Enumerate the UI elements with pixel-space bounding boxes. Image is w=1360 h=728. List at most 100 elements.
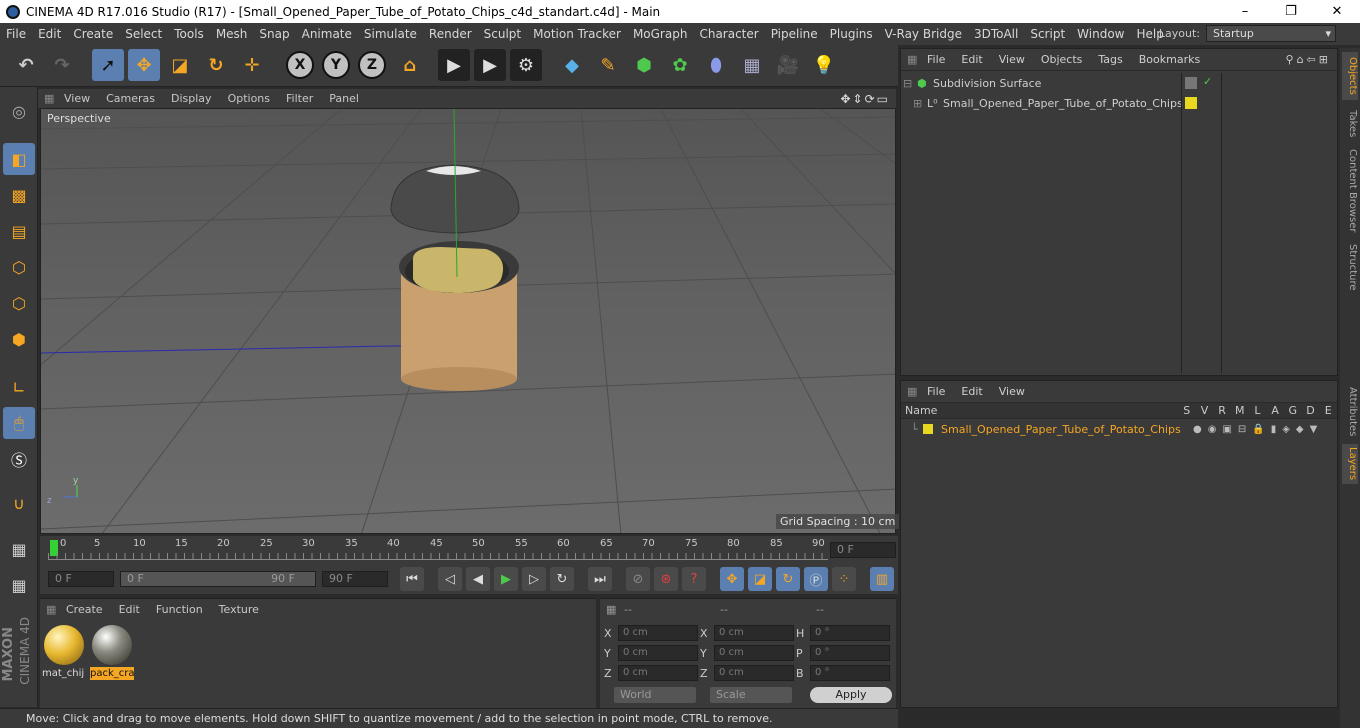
previous-key-icon[interactable]: ◁ bbox=[438, 567, 462, 591]
z-axis-button[interactable]: Z bbox=[358, 51, 386, 79]
menu-mograph[interactable]: MoGraph bbox=[627, 27, 694, 41]
side-tab-objects[interactable]: Objects bbox=[1342, 52, 1358, 100]
y-axis-button[interactable]: Y bbox=[322, 51, 350, 79]
play-icon[interactable]: ▶ bbox=[494, 567, 518, 591]
layer-row[interactable]: └ Small_Opened_Paper_Tube_of_Potato_Chip… bbox=[901, 419, 1337, 439]
next-frame-icon[interactable]: ▷ bbox=[522, 567, 546, 591]
vp-menu-filter[interactable]: Filter bbox=[278, 92, 321, 105]
obj-grip-icon[interactable]: ▦ bbox=[901, 53, 919, 66]
obj-menu-edit[interactable]: Edit bbox=[953, 53, 990, 66]
go-to-end-icon[interactable]: ⏭ bbox=[588, 567, 612, 591]
keyframe-record-icon[interactable]: ⊘ bbox=[626, 567, 650, 591]
vp-menu-panel[interactable]: Panel bbox=[321, 92, 367, 105]
next-key-icon[interactable]: ↻ bbox=[550, 567, 574, 591]
vp-menu-options[interactable]: Options bbox=[220, 92, 278, 105]
enabled-check-icon[interactable]: ✓ bbox=[1203, 75, 1212, 88]
layer-col-r[interactable]: R bbox=[1213, 404, 1231, 417]
size-x-field[interactable]: 0 cm bbox=[714, 625, 794, 641]
side-tab-takes[interactable]: Takes bbox=[1342, 104, 1358, 144]
redo-icon[interactable]: ↷ bbox=[46, 49, 78, 81]
menu-render[interactable]: Render bbox=[423, 27, 478, 41]
material-pack-craft[interactable]: pack_cra bbox=[90, 623, 134, 680]
obj-menu-view[interactable]: View bbox=[991, 53, 1033, 66]
menu-mesh[interactable]: Mesh bbox=[210, 27, 254, 41]
make-editable-icon[interactable]: ◎ bbox=[3, 95, 35, 127]
scale-icon[interactable]: ◪ bbox=[164, 49, 196, 81]
model-mode-icon[interactable]: ◧ bbox=[3, 143, 35, 175]
magnet-icon[interactable]: ∪ bbox=[3, 487, 35, 519]
coord-grip-icon[interactable]: ▦ bbox=[600, 603, 624, 616]
subdivision-icon[interactable]: ⬢ bbox=[628, 49, 660, 81]
pen-icon[interactable]: ✎ bbox=[592, 49, 624, 81]
auto-key-icon[interactable]: ⊛ bbox=[654, 567, 678, 591]
layer-menu-file[interactable]: File bbox=[919, 385, 953, 398]
layer-menu-view[interactable]: View bbox=[991, 385, 1033, 398]
start-frame-field[interactable]: 0 F bbox=[48, 571, 114, 587]
position-z-field[interactable]: 0 cm bbox=[618, 665, 698, 681]
axis-mode-icon[interactable]: ∟ bbox=[3, 371, 35, 403]
go-to-start-icon[interactable]: ⏮ bbox=[400, 567, 424, 591]
layer-menu-edit[interactable]: Edit bbox=[953, 385, 990, 398]
key-scale-icon[interactable]: ◪ bbox=[748, 567, 772, 591]
polygons-mode-icon[interactable]: ⬢ bbox=[3, 323, 35, 355]
menu-tools[interactable]: Tools bbox=[168, 27, 210, 41]
expand-icon[interactable]: ⊞ bbox=[913, 97, 927, 110]
key-param-icon[interactable]: Ⓟ bbox=[804, 567, 828, 591]
array-icon[interactable]: ✿ bbox=[664, 49, 696, 81]
grid-lock-icon[interactable]: ▦ bbox=[3, 569, 35, 601]
menu-character[interactable]: Character bbox=[693, 27, 764, 41]
obj-menu-bookmarks[interactable]: Bookmarks bbox=[1131, 53, 1208, 66]
collapse-icon[interactable]: ⊟ bbox=[903, 77, 917, 90]
object-row[interactable]: ⊟ ⬢ Subdivision Surface bbox=[903, 73, 1183, 93]
menu-animate[interactable]: Animate bbox=[296, 27, 358, 41]
previous-frame-icon[interactable]: ◀ bbox=[466, 567, 490, 591]
layer-col-l[interactable]: L bbox=[1249, 404, 1267, 417]
timeline-window-icon[interactable]: ▥ bbox=[870, 567, 894, 591]
key-pla-icon[interactable]: ⁘ bbox=[832, 567, 856, 591]
layer-color-icon[interactable] bbox=[1185, 97, 1197, 109]
texture-mode-icon[interactable]: ▩ bbox=[3, 179, 35, 211]
obj-menu-objects[interactable]: Objects bbox=[1033, 53, 1091, 66]
floor-icon[interactable]: ▦ bbox=[736, 49, 768, 81]
light-icon[interactable]: 💡 bbox=[808, 49, 840, 81]
minimize-button[interactable]: – bbox=[1222, 0, 1268, 23]
camera-icon[interactable]: 🎥 bbox=[772, 49, 804, 81]
layer-horizontal-scrollbar[interactable] bbox=[906, 714, 1336, 722]
layer-col-a[interactable]: A bbox=[1266, 404, 1284, 417]
workplane-lock-icon[interactable]: ▦ bbox=[3, 533, 35, 565]
frame-range-slider[interactable]: 0 F 90 F bbox=[120, 571, 316, 587]
menu-select[interactable]: Select bbox=[119, 27, 168, 41]
viewport-grip-icon[interactable]: ▦ bbox=[38, 92, 56, 105]
layer-color-icon[interactable] bbox=[923, 424, 933, 434]
maximize-button[interactable]: ❐ bbox=[1268, 0, 1314, 23]
live-select-icon[interactable]: ➚ bbox=[92, 49, 124, 81]
rotation-p-field[interactable]: 0 ° bbox=[810, 645, 890, 661]
layout-select[interactable]: Startup bbox=[1206, 25, 1336, 42]
snap-icon[interactable]: Ⓢ bbox=[3, 443, 35, 475]
material-mat-chips[interactable]: mat_chij bbox=[42, 623, 86, 679]
size-z-field[interactable]: 0 cm bbox=[714, 665, 794, 681]
timeline-ruler[interactable]: 0 5 10 15 20 25 30 35 40 45 50 55 60 65 … bbox=[48, 538, 828, 560]
menu-plugins[interactable]: Plugins bbox=[824, 27, 879, 41]
obj-menu-tags[interactable]: Tags bbox=[1090, 53, 1130, 66]
menu-create[interactable]: Create bbox=[67, 27, 119, 41]
timeline[interactable]: 0 5 10 15 20 25 30 35 40 45 50 55 60 65 … bbox=[40, 536, 898, 564]
coordinate-system-icon[interactable]: ⌂ bbox=[394, 49, 426, 81]
rotate-icon[interactable]: ↻ bbox=[200, 49, 232, 81]
menu-file[interactable]: File bbox=[0, 27, 32, 41]
side-tab-content-browser[interactable]: Content Browser bbox=[1342, 148, 1358, 234]
vp-menu-display[interactable]: Display bbox=[163, 92, 220, 105]
workplane-icon[interactable]: ▤ bbox=[3, 215, 35, 247]
deformer-icon[interactable]: ⬮ bbox=[700, 49, 732, 81]
side-tab-layers[interactable]: Layers bbox=[1342, 444, 1358, 484]
object-row[interactable]: ⊞ L⁰ Small_Opened_Paper_Tube_of_Potato_C… bbox=[903, 93, 1183, 113]
rotation-b-field[interactable]: 0 ° bbox=[810, 665, 890, 681]
cube-icon[interactable]: ◆ bbox=[556, 49, 588, 81]
layer-col-m[interactable]: M bbox=[1231, 404, 1249, 417]
menu-window[interactable]: Window bbox=[1071, 27, 1130, 41]
position-x-field[interactable]: 0 cm bbox=[618, 625, 698, 641]
subdivision-tag-icon[interactable] bbox=[1185, 77, 1197, 89]
layer-col-v[interactable]: V bbox=[1196, 404, 1214, 417]
end-frame-field[interactable]: 90 F bbox=[322, 571, 388, 587]
key-rotation-icon[interactable]: ↻ bbox=[776, 567, 800, 591]
